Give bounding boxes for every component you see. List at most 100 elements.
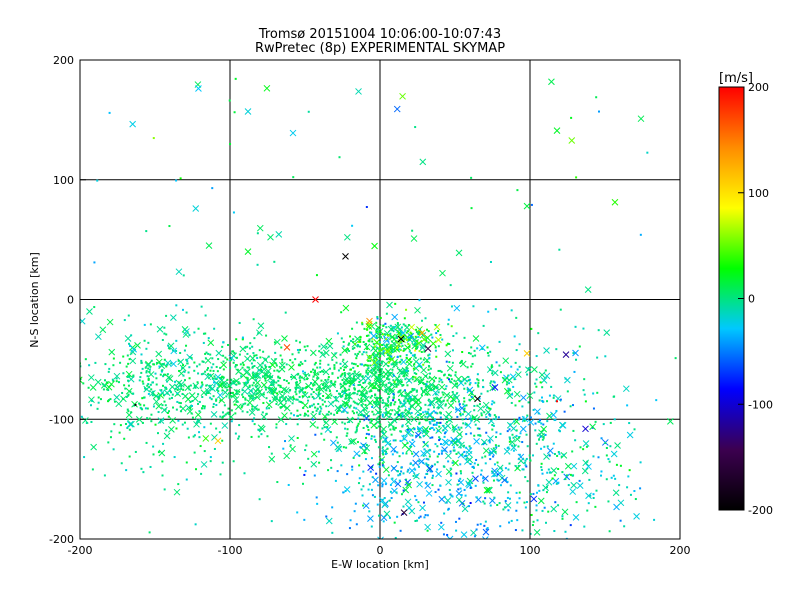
data-point-dot — [513, 420, 516, 423]
data-point-dot — [152, 405, 155, 408]
data-point-dot — [251, 420, 254, 423]
data-point-dot — [375, 396, 378, 399]
data-point-dot — [315, 409, 318, 412]
data-point-dot — [193, 451, 196, 454]
data-point-dot — [378, 349, 381, 352]
data-point-dot — [359, 413, 362, 416]
data-point-dot — [411, 378, 414, 381]
data-point-x — [414, 306, 421, 314]
data-point-x — [106, 318, 114, 326]
data-point-dot — [331, 506, 334, 509]
data-point-dot — [414, 335, 417, 338]
data-point-dot — [443, 374, 446, 377]
data-point-x — [444, 497, 452, 504]
data-point-dot — [477, 385, 480, 388]
data-point-dot — [179, 405, 182, 408]
data-point-x — [437, 523, 445, 531]
data-point-dot — [113, 423, 116, 426]
data-point-dot — [362, 351, 365, 354]
data-point-dot — [204, 314, 207, 317]
data-point-dot — [181, 308, 184, 311]
data-point-dot — [401, 344, 404, 347]
data-point-dot — [377, 401, 380, 404]
data-point-dot — [298, 390, 301, 393]
data-point-dot — [113, 400, 116, 403]
data-point-dot — [364, 395, 367, 398]
data-point-dot — [107, 389, 110, 392]
data-point-dot — [389, 412, 392, 415]
data-point-dot — [405, 308, 408, 311]
data-point-dot — [468, 398, 471, 401]
data-point-dot — [492, 479, 495, 482]
data-point-dot — [557, 467, 560, 470]
data-point-dot — [281, 358, 284, 361]
data-point-dot — [168, 410, 171, 413]
data-point-dot — [342, 358, 345, 361]
data-point-dot — [427, 368, 430, 371]
data-point-dot — [230, 409, 233, 412]
data-point-dot — [382, 432, 385, 435]
data-point-dot — [529, 493, 532, 496]
data-point-x — [87, 374, 95, 381]
data-point-dot — [303, 345, 306, 348]
data-point-dot — [118, 431, 121, 434]
data-point-x — [126, 420, 134, 428]
data-point-dot — [241, 361, 244, 364]
data-point-dot — [90, 420, 93, 423]
data-point-dot — [461, 453, 464, 456]
data-point-dot — [426, 529, 429, 532]
data-point-dot — [391, 477, 394, 480]
data-point-dot — [201, 407, 204, 410]
data-point-dot — [146, 375, 149, 378]
data-point-dot — [177, 483, 180, 486]
data-point-x — [169, 417, 177, 424]
data-point-dot — [264, 364, 267, 367]
data-point-dot — [277, 379, 280, 382]
data-point-dot — [246, 411, 249, 414]
data-point-dot — [276, 481, 279, 484]
data-point-dot — [233, 111, 236, 114]
data-point-dot — [566, 390, 569, 393]
data-point-dot — [455, 332, 458, 335]
data-point-dot — [542, 423, 545, 426]
data-point-dot — [356, 365, 359, 368]
data-point-dot — [330, 466, 333, 469]
data-point-dot — [431, 436, 434, 439]
data-point-dot — [403, 414, 406, 417]
data-point-dot — [355, 321, 358, 324]
colorbar-tick-label: -100 — [748, 398, 773, 411]
data-point-dot — [434, 349, 437, 352]
data-point-dot — [200, 385, 203, 388]
data-point-dot — [532, 454, 535, 457]
data-point-dot — [30, 392, 32, 394]
data-point-dot — [385, 338, 388, 341]
data-point-x — [325, 517, 333, 525]
data-point-dot — [422, 501, 425, 504]
data-point-dot — [504, 500, 507, 503]
data-point-dot — [342, 403, 345, 406]
data-point-dot — [245, 381, 248, 384]
data-point-dot — [488, 368, 491, 371]
data-point-dot — [333, 383, 336, 386]
data-point-dot — [207, 337, 210, 340]
data-point-dot — [366, 347, 369, 350]
data-point-dot — [615, 463, 618, 466]
data-point-dot — [359, 383, 362, 386]
data-point-x — [441, 424, 449, 432]
data-point-dot — [165, 429, 168, 432]
data-point-dot — [140, 371, 143, 374]
data-point-dot — [469, 381, 472, 384]
data-point-dot — [296, 414, 299, 417]
data-point-dot — [340, 386, 343, 389]
data-point-dot — [323, 438, 326, 441]
data-point-dot — [324, 416, 327, 419]
data-point-dot — [552, 442, 555, 445]
colorbar-tick-label: -200 — [748, 504, 773, 517]
data-point-dot — [546, 548, 548, 550]
data-point-dot — [541, 509, 544, 512]
data-point-dot — [458, 428, 461, 431]
data-point-dot — [422, 434, 425, 437]
data-point-dot — [398, 398, 401, 401]
data-point-x — [481, 536, 489, 539]
data-point-dot — [539, 381, 542, 384]
